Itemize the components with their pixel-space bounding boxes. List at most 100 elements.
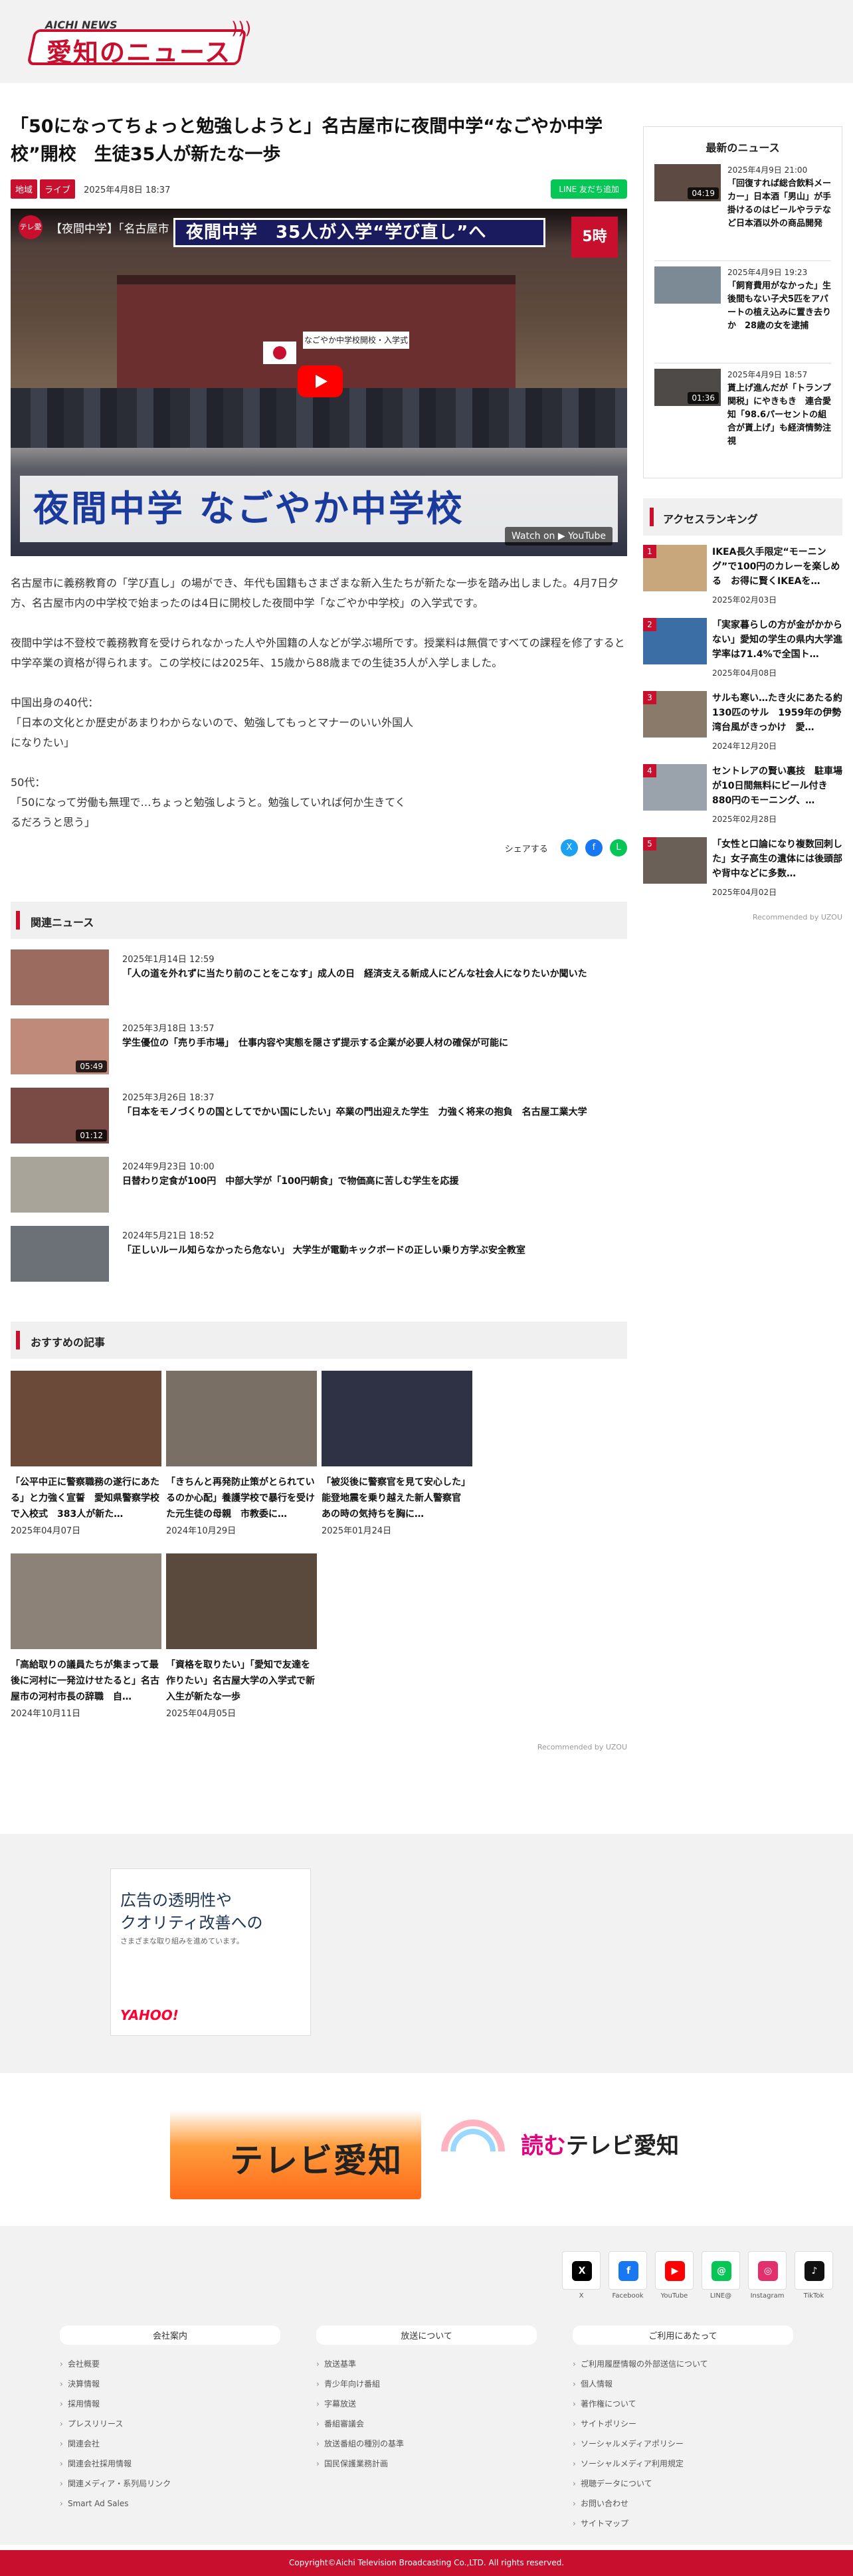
watch-on-youtube-button[interactable]: Watch on ▶ YouTube xyxy=(504,527,613,545)
ranking-item[interactable]: 2 「実家暮らしの方が金がかからない」愛知の学生の県内大学進学率は71.4%で全… xyxy=(643,618,842,691)
recommended-card[interactable]: 「高給取りの議員たちが集まって最後に河村に一発泣けせたると」名古屋市の河村市長の… xyxy=(11,1553,161,1736)
list-item[interactable]: 01:36 2025年4月9日 18:57 貰上げ進んだが「トランプ関税」にやき… xyxy=(654,369,831,466)
footer-link[interactable]: 国民保護業務計画 xyxy=(316,2454,537,2474)
item-title[interactable]: 「実家暮らしの方が金がかからない」愛知の学生の県内大学進学率は71.4%で全国ト… xyxy=(712,618,842,662)
card-title[interactable]: 「資格を取りたい」「愛知で友達を作りたい」名古屋大学の入学式で新入生が新たな一歩 xyxy=(166,1657,317,1705)
thumbnail[interactable] xyxy=(11,949,109,1005)
footer-link[interactable]: 個人情報 xyxy=(573,2374,793,2394)
footer-link[interactable]: 関連会社採用情報 xyxy=(60,2454,280,2474)
card-title[interactable]: 「高給取りの議員たちが集まって最後に河村に一発泣けせたると」名古屋市の河村市長の… xyxy=(11,1657,161,1705)
thumbnail[interactable] xyxy=(11,1226,109,1282)
footer-link[interactable]: 字幕放送 xyxy=(316,2394,537,2414)
item-title[interactable]: 「人の道を外れずに当たり前のことをこなす」成人の日 経済支える新成人にどんな社会… xyxy=(122,967,587,980)
thumbnail[interactable] xyxy=(322,1371,472,1466)
item-title[interactable]: 「日本をモノづくりの国としてでかい国にしたい」卒業の門出迎えた学生 力強く将来の… xyxy=(122,1105,587,1118)
item-title[interactable]: 学生優位の「売り手市場」 仕事内容や実態を隠さず提示する企業が必要人材の確保が可… xyxy=(122,1036,508,1049)
item-title[interactable]: 「女性と口論になり複数回刺した」女子高生の遺体には後頭部や背中などに多数… xyxy=(712,837,842,881)
social-x[interactable]: XX xyxy=(562,2251,601,2300)
uzou-credit[interactable]: Recommended by UZOU xyxy=(643,913,842,922)
thumbnail[interactable]: 4 xyxy=(643,764,707,811)
list-item[interactable]: 2024年9月23日 10:00 日替わり定食が100円 中部大学が「100円朝… xyxy=(11,1157,627,1226)
line-add-friend-button[interactable]: LINE 友だち追加 xyxy=(551,179,627,199)
recommended-card[interactable]: 「公平中正に警察職務の遂行にあたる」と力強く宣誓 愛知県警察学校で入校式 383… xyxy=(11,1371,161,1553)
list-item[interactable]: 2025年1月14日 12:59 「人の道を外れずに当たり前のことをこなす」成人… xyxy=(11,949,627,1019)
thumbnail[interactable] xyxy=(654,266,721,304)
item-title[interactable]: セントレアの賢い裏技 駐車場が10日間無料にビール付き880円のモーニング、… xyxy=(712,764,842,808)
tag-region[interactable]: 地域 xyxy=(11,179,38,199)
video-title[interactable]: 【夜間中学】「名古屋市 xyxy=(50,219,169,236)
card-title[interactable]: 「被災後に警察官を見て安心した」能登地震を乗り越えた新人警察官 あの時の気持ちを… xyxy=(322,1474,472,1522)
ranking-item[interactable]: 5 「女性と口論になり複数回刺した」女子高生の遺体には後頭部や背中などに多数… … xyxy=(643,837,842,910)
list-item[interactable]: 2024年5月21日 18:52 「正しいルール知らなかったら危ない」 大学生が… xyxy=(11,1226,627,1295)
tv-aichi-banner[interactable]: テレビ愛知 xyxy=(170,2110,421,2199)
thumbnail[interactable]: 2 xyxy=(643,618,707,664)
recommended-card[interactable]: 「資格を取りたい」「愛知で友達を作りたい」名古屋大学の入学式で新入生が新たな一歩… xyxy=(166,1553,317,1736)
thumbnail[interactable]: 1 xyxy=(643,545,707,591)
uzou-credit[interactable]: Recommended by UZOU xyxy=(11,1743,627,1751)
item-title[interactable]: サルも寒い…たき火にあたる約130匹のサル 1959年の伊勢湾台風がきっかけ 愛… xyxy=(712,691,842,735)
recommended-card[interactable]: 「きちんと再発防止策がとられているのか心配」養護学校で暴行を受けた元生徒の母親 … xyxy=(166,1371,317,1553)
social-facebook[interactable]: f Facebook xyxy=(609,2251,647,2300)
social-youtube[interactable]: ▶ YouTube xyxy=(655,2251,694,2300)
card-title[interactable]: 「公平中正に警察職務の遂行にあたる」と力強く宣誓 愛知県警察学校で入校式 383… xyxy=(11,1474,161,1522)
thumbnail[interactable]: 05:49 xyxy=(11,1019,109,1074)
item-title[interactable]: 貰上げ進んだが「トランプ関税」にやきもき 連合愛知「98.6パーセントの組合が貰… xyxy=(727,382,832,448)
play-button-icon[interactable] xyxy=(298,365,343,397)
footer-link[interactable]: ソーシャルメディア利用規定 xyxy=(573,2454,793,2474)
item-title[interactable]: 「飼育費用がなかった」生後間もない子犬5匹をアパートの植え込みに置き去りか 28… xyxy=(727,280,832,333)
social-line[interactable]: @ LINE@ xyxy=(702,2251,740,2300)
footer-link[interactable]: 放送番組の種別の基準 xyxy=(316,2434,537,2454)
social-instagram[interactable]: ◎ Instagram xyxy=(748,2251,787,2300)
footer-link[interactable]: 放送基準 xyxy=(316,2354,537,2374)
video-player[interactable]: なごやか中学校開校・入学式 テレ愛 【夜間中学】「名古屋市 夜間中学 35人が入… xyxy=(11,209,627,556)
share-line-icon[interactable]: L xyxy=(610,839,627,856)
ranking-item[interactable]: 3 サルも寒い…たき火にあたる約130匹のサル 1959年の伊勢湾台風がきっかけ… xyxy=(643,691,842,764)
footer-link[interactable]: 会社概要 xyxy=(60,2354,280,2374)
footer-link[interactable]: Smart Ad Sales xyxy=(60,2494,280,2514)
ranking-item[interactable]: 4 セントレアの賢い裏技 駐車場が10日間無料にビール付き880円のモーニング、… xyxy=(643,764,842,837)
card-title[interactable]: 「きちんと再発防止策がとられているのか心配」養護学校で暴行を受けた元生徒の母親 … xyxy=(166,1474,317,1522)
item-title[interactable]: IKEA長久手限定“モーニング”で100円のカレーを楽しめる お得に賢くIKEA… xyxy=(712,545,842,589)
thumbnail[interactable]: 01:36 xyxy=(654,369,721,406)
ranking-item[interactable]: 1 IKEA長久手限定“モーニング”で100円のカレーを楽しめる お得に賢くIK… xyxy=(643,545,842,618)
footer-link[interactable]: 採用情報 xyxy=(60,2394,280,2414)
list-item[interactable]: 04:19 2025年4月9日 21:00 「回復すれば総合飲料メーカー」日本酒… xyxy=(654,164,831,261)
list-item[interactable]: 05:49 2025年3月18日 13:57 学生優位の「売り手市場」 仕事内容… xyxy=(11,1019,627,1088)
item-title[interactable]: 「正しいルール知らなかったら危ない」 大学生が電動キックボードの正しい乗り方学ぶ… xyxy=(122,1243,525,1256)
ad-banner[interactable]: 広告の透明性や クオリティ改善への さまざまな取り組みを進めています。 YAHO… xyxy=(110,1868,311,2036)
share-x-icon[interactable]: X xyxy=(560,839,578,856)
thumbnail[interactable] xyxy=(166,1371,317,1466)
yomu-tv-aichi-banner[interactable]: 読むテレビ愛知 xyxy=(441,2113,680,2179)
tag-live[interactable]: ライブ xyxy=(40,179,76,199)
footer-link[interactable]: 著作権について xyxy=(573,2394,793,2414)
list-item[interactable]: 2025年4月9日 19:23 「飼育費用がなかった」生後間もない子犬5匹をアパ… xyxy=(654,266,831,363)
footer-link[interactable]: 視聴データについて xyxy=(573,2474,793,2494)
thumbnail[interactable]: 3 xyxy=(643,691,707,738)
thumbnail[interactable]: 01:12 xyxy=(11,1088,109,1143)
social-tiktok[interactable]: ♪ TikTok xyxy=(795,2251,833,2300)
thumbnail[interactable] xyxy=(166,1553,317,1649)
recommended-card[interactable]: 「被災後に警察官を見て安心した」能登地震を乗り越えた新人警察官 あの時の気持ちを… xyxy=(322,1371,472,1553)
footer-link[interactable]: 関連メディア・系列局リンク xyxy=(60,2474,280,2494)
site-logo[interactable]: AICHI NEWS 愛知のニュース ))) xyxy=(12,17,258,69)
thumbnail[interactable]: 04:19 xyxy=(654,164,721,201)
channel-avatar[interactable]: テレ愛 xyxy=(19,215,43,239)
footer-link[interactable]: ソーシャルメディアポリシー xyxy=(573,2434,793,2454)
share-facebook-icon[interactable]: f xyxy=(585,839,603,856)
footer-link[interactable]: お問い合わせ xyxy=(573,2494,793,2514)
item-title[interactable]: 「回復すれば総合飲料メーカー」日本酒「男山」が手掛けるのはビールやラテなど日本酒… xyxy=(727,177,832,231)
footer-link[interactable]: プレスリリース xyxy=(60,2414,280,2434)
footer-link[interactable]: サイトマップ xyxy=(573,2514,793,2533)
footer-link[interactable]: ご利用履歴情報の外部送信について xyxy=(573,2354,793,2374)
footer-link[interactable]: 青少年向け番組 xyxy=(316,2374,537,2394)
thumbnail[interactable]: 5 xyxy=(643,837,707,884)
footer-link[interactable]: サイトポリシー xyxy=(573,2414,793,2434)
thumbnail[interactable] xyxy=(11,1371,161,1466)
item-title[interactable]: 日替わり定食が100円 中部大学が「100円朝食」で物価高に苦しむ学生を応援 xyxy=(122,1174,458,1187)
thumbnail[interactable] xyxy=(11,1553,161,1649)
list-item[interactable]: 01:12 2025年3月26日 18:37 「日本をモノづくりの国としてでかい… xyxy=(11,1088,627,1157)
footer-link[interactable]: 関連会社 xyxy=(60,2434,280,2454)
footer-link[interactable]: 決算情報 xyxy=(60,2374,280,2394)
thumbnail[interactable] xyxy=(11,1157,109,1213)
footer-link[interactable]: 番組審議会 xyxy=(316,2414,537,2434)
